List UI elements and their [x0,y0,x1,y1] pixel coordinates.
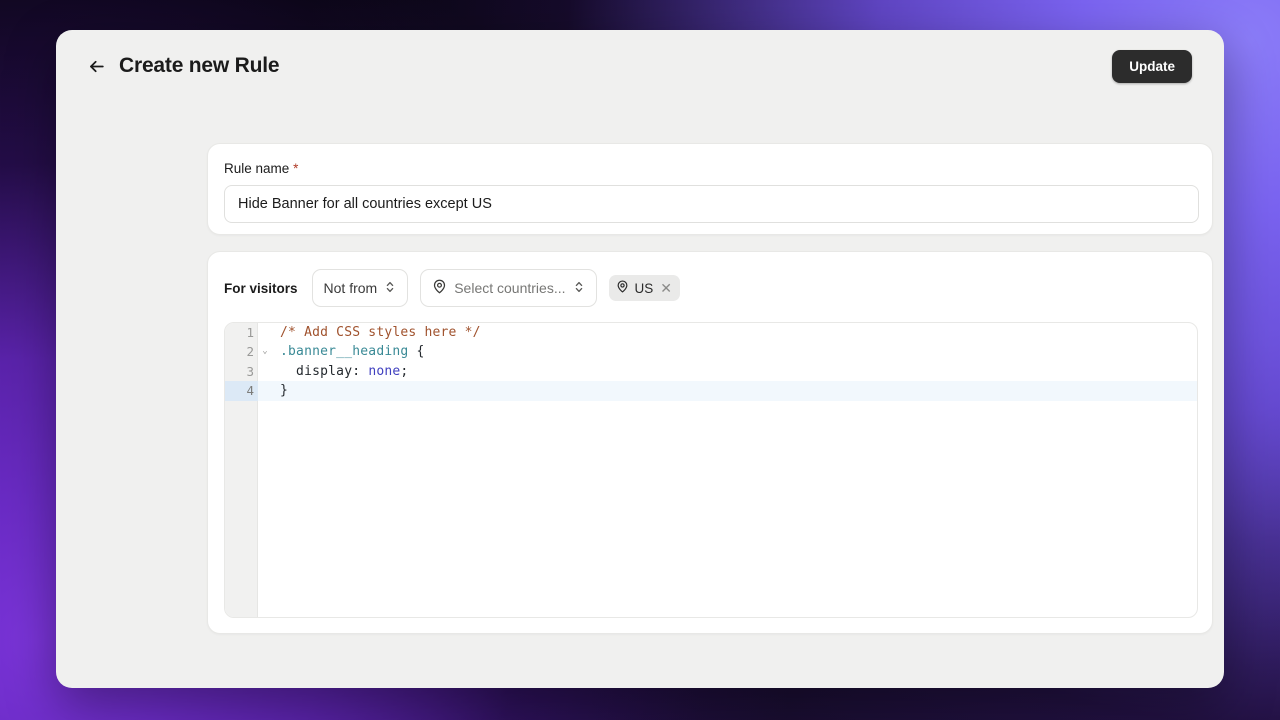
page-title: Create new Rule [119,54,280,77]
editor-line[interactable]: 2 ⌄ .banner__heading { [225,342,1197,361]
rule-name-input[interactable] [224,185,1199,223]
arrow-left-icon[interactable] [82,52,110,80]
visitors-panel: For visitors Not from Select countries..… [207,251,1213,634]
update-button[interactable]: Update [1112,49,1192,83]
code-token-punct: } [280,383,289,399]
country-select[interactable]: Select countries... [420,269,597,307]
selected-country-chip: US ✕ [608,275,680,301]
close-icon[interactable]: ✕ [660,281,672,295]
chevron-down-icon[interactable]: ⌄ [258,342,272,361]
required-marker: * [293,161,299,176]
condition-select-value: Not from [323,280,378,296]
editor-line-number: 3 [246,363,254,379]
condition-select[interactable]: Not from [311,269,409,307]
rule-editor-window: Create new Rule Update Rule name * For v… [56,30,1224,688]
map-pin-icon [432,279,447,297]
code-token-prop: display [280,363,353,379]
for-visitors-label: For visitors [224,280,298,296]
editor-line-text: } [272,381,288,400]
editor-line-text: /* Add CSS styles here */ [272,323,481,342]
editor-line-text: .banner__heading { [272,342,425,361]
code-token-punct: ; [400,363,409,379]
editor-line-number: 4 [225,381,258,401]
editor-line[interactable]: 4} [225,381,1197,401]
editor-code-rows: 1/* Add CSS styles here */2 ⌄ .banner__hea… [225,323,1197,401]
code-token-value: none [368,363,401,379]
editor-line-text: display: none; [272,362,408,381]
code-token-punct: { [408,344,425,360]
window-header: Create new Rule Update [56,30,1224,102]
editor-line[interactable]: 3 display: none; [225,362,1197,381]
map-pin-icon [616,280,629,296]
editor-line[interactable]: 1 /* Add CSS styles here */ [225,323,1197,342]
code-token-comment: /* Add CSS styles here */ [280,325,481,340]
country-select-placeholder: Select countries... [454,280,566,296]
editor-line-number: 1 [246,325,254,340]
visitors-condition-row: For visitors Not from Select countries..… [224,269,680,307]
code-token-selector: .banner__heading [280,344,409,360]
chevron-up-down-icon [384,280,396,297]
editor-line-number: 2 [246,344,254,360]
selected-country-code: US [634,280,654,296]
rule-name-label-text: Rule name [224,161,290,176]
desktop-background: Create new Rule Update Rule name * For v… [0,0,1280,720]
rule-name-panel: Rule name * [207,143,1213,235]
code-token-punct: : [352,363,369,379]
css-code-editor[interactable]: 1/* Add CSS styles here */2 ⌄ .banner__hea… [224,322,1198,618]
chevron-up-down-icon [573,280,585,297]
rule-name-label: Rule name * [224,161,1196,176]
